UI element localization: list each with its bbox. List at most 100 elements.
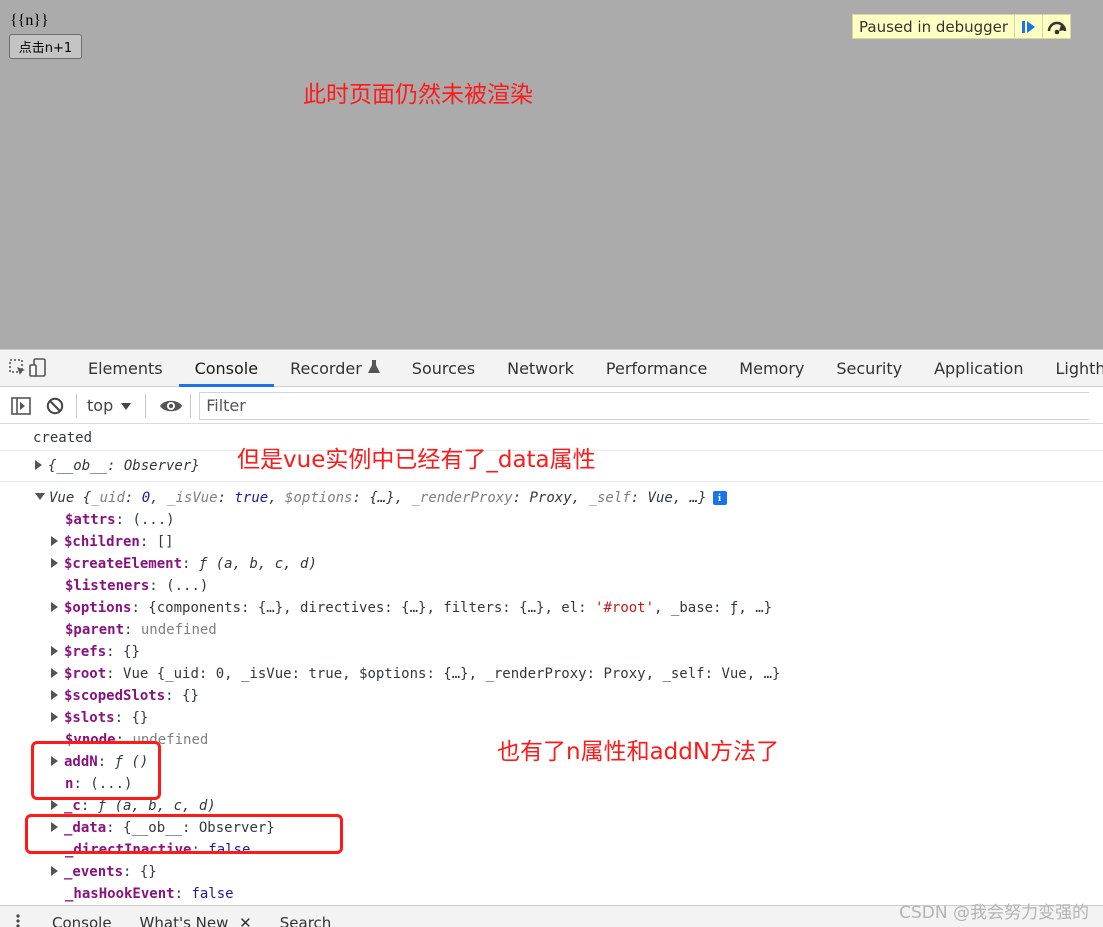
property-value: {components: {…}, directives: {…}, filte… (148, 600, 773, 616)
collapse-triangle-icon[interactable] (35, 492, 45, 500)
flask-icon (367, 359, 380, 378)
increment-button[interactable]: 点击n+1 (9, 34, 82, 59)
property-key: $slots (64, 710, 115, 726)
property-value: {} (139, 864, 157, 880)
vue-proxy-val: Proxy (529, 490, 572, 506)
device-toolbar-icon[interactable] (28, 353, 48, 383)
property-row[interactable]: $root: Vue {_uid: 0, _isVue: true, $opti… (51, 663, 780, 685)
property-value: (...) (166, 578, 209, 594)
drawer-tab-whats-new[interactable]: What's New ✕ (126, 914, 266, 927)
property-value: false (191, 886, 234, 902)
tab-console[interactable]: Console (178, 349, 275, 387)
tab-lighthouse[interactable]: Lighthouse (1039, 349, 1103, 387)
filter-input[interactable] (199, 391, 1090, 420)
dropdown-arrow-icon (121, 396, 132, 415)
toolbar-separator-3 (190, 393, 192, 418)
drawer-tab-search[interactable]: Search (266, 914, 346, 927)
toolbar-separator (76, 393, 77, 418)
property-row[interactable]: $children: [] (51, 531, 174, 553)
property-value: ƒ (a, b, c, d) (97, 798, 216, 814)
tab-performance[interactable]: Performance (590, 349, 723, 387)
vue-suffix: …} (689, 490, 707, 506)
property-row[interactable]: $options: {components: {…}, directives: … (51, 597, 772, 619)
expand-triangle-icon[interactable] (51, 668, 58, 678)
expand-triangle-icon[interactable] (51, 866, 58, 876)
context-select[interactable]: top (81, 396, 137, 415)
live-expression-eye-icon[interactable] (154, 391, 188, 421)
template-text: {{n}} (10, 12, 49, 29)
vue-isvue-key: _isVue (167, 490, 218, 506)
tab-sources[interactable]: Sources (396, 349, 491, 387)
log-object-ob[interactable]: {__ob__: Observer} (35, 455, 200, 477)
property-key: $options (64, 600, 132, 616)
property-value: undefined (140, 622, 217, 638)
vue-uid-key: _uid (91, 490, 125, 506)
property-row[interactable]: _events: {} (51, 861, 157, 883)
resume-icon[interactable] (1014, 15, 1042, 38)
property-value: {} (182, 688, 199, 704)
vue-uid-val: 0 (141, 490, 151, 506)
drawer-tab-console[interactable]: Console (38, 914, 126, 927)
property-key: $attrs (65, 512, 116, 528)
property-row[interactable]: $createElement: ƒ (a, b, c, d) (51, 553, 317, 575)
vue-instance-summary[interactable]: Vue {_uid: 0, _isVue: true, $options: {…… (35, 487, 727, 509)
property-row[interactable]: $refs: {} (51, 641, 140, 663)
property-value: {} (123, 644, 140, 660)
clear-console-icon[interactable] (38, 391, 72, 421)
property-row: $attrs: (...) (65, 512, 175, 528)
expand-triangle-icon[interactable] (35, 460, 42, 470)
watermark: CSDN @我会努力变强的 (899, 903, 1089, 923)
property-value: {} (131, 710, 149, 726)
page-viewport: {{n}} 点击n+1 Paused in debugger 此时页面仍然未被渲… (0, 0, 1103, 349)
property-row: $listeners: (...) (65, 578, 209, 594)
property-value: (...) (132, 512, 175, 528)
tab-recorder[interactable]: Recorder (274, 349, 396, 387)
property-row[interactable]: $slots: {} (51, 707, 148, 729)
info-icon[interactable]: i (712, 491, 727, 505)
close-icon[interactable]: ✕ (239, 914, 252, 927)
property-key: $scopedSlots (64, 688, 166, 704)
tab-security[interactable]: Security (820, 349, 918, 387)
inspect-element-icon[interactable] (8, 353, 28, 383)
annotation-not-rendered: 此时页面仍然未被渲染 (303, 82, 533, 108)
property-key: $parent (65, 622, 125, 638)
expand-triangle-icon[interactable] (51, 690, 58, 700)
property-key: _c (64, 798, 81, 814)
paused-banner: Paused in debugger (852, 14, 1072, 39)
expand-triangle-icon[interactable] (51, 712, 58, 722)
step-over-icon[interactable] (1042, 15, 1070, 38)
property-value: [] (156, 534, 174, 550)
sidebar-toggle-icon[interactable] (4, 391, 38, 421)
property-key: $listeners (65, 578, 150, 594)
ob-summary: {__ob__: Observer} (48, 458, 200, 474)
vue-self-key: _self (588, 490, 631, 506)
console-output: created {__ob__: Observer} Vue {_uid: 0,… (0, 425, 1103, 905)
devtools-tabbar: Elements Console Recorder Sources Networ… (0, 349, 1103, 387)
annotation-has-data: 但是vue实例中已经有了_data属性 (237, 447, 596, 473)
tab-elements[interactable]: Elements (72, 349, 179, 387)
vue-options-key: $options (285, 490, 353, 506)
expand-triangle-icon[interactable] (51, 536, 58, 546)
property-value: Vue {_uid: 0, _isVue: true, $options: {…… (123, 666, 781, 682)
property-key: $refs (64, 644, 107, 660)
vue-proxy-key: _renderProxy (411, 490, 513, 506)
drawer-tab-whats-new-label: What's New (139, 913, 229, 927)
expand-triangle-icon[interactable] (51, 602, 58, 612)
log-text-created: created (33, 430, 93, 446)
drawer-menu-icon[interactable] (16, 913, 20, 927)
property-key: $children (64, 534, 140, 550)
expand-triangle-icon[interactable] (51, 558, 58, 568)
property-row: $parent: undefined (65, 622, 217, 638)
property-row[interactable]: $scopedSlots: {} (51, 685, 199, 707)
tab-recorder-label: Recorder (290, 358, 362, 378)
property-key: $createElement (64, 556, 183, 572)
highlight-box-data (25, 814, 343, 854)
expand-triangle-icon[interactable] (51, 800, 58, 810)
context-select-value: top (87, 396, 114, 415)
tab-network[interactable]: Network (491, 349, 590, 387)
vue-isvue-val: true (234, 490, 269, 506)
property-key: _events (64, 864, 124, 880)
tab-memory[interactable]: Memory (723, 349, 820, 387)
tab-application[interactable]: Application (918, 349, 1039, 387)
expand-triangle-icon[interactable] (51, 646, 58, 656)
